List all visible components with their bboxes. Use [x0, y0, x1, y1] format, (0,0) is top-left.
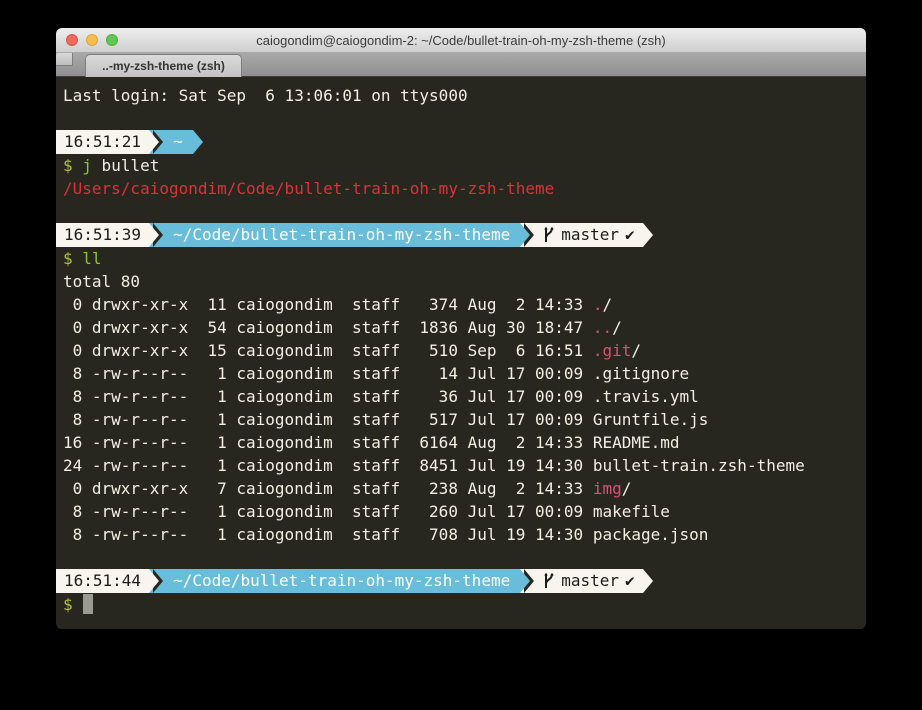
- ls-row: 0 drwxr-xr-x 7 caiogondim staff 238 Aug …: [56, 477, 866, 500]
- command-name: ll: [82, 249, 101, 268]
- ls-row: 0 drwxr-xr-x 11 caiogondim staff 374 Aug…: [56, 293, 866, 316]
- ls-total-line: total 80: [56, 270, 866, 293]
- git-clean-check-icon: ✔: [625, 223, 635, 247]
- ls-row: 8 -rw-r--r-- 1 caiogondim staff 260 Jul …: [56, 500, 866, 523]
- powerline-arrow-icon: [149, 569, 163, 593]
- tab-bar: ..-my-zsh-theme (zsh): [56, 53, 866, 77]
- ls-row: 0 drwxr-xr-x 54 caiogondim staff 1836 Au…: [56, 316, 866, 339]
- prompt-dir-segment: ~/Code/bullet-train-oh-my-zsh-theme: [163, 223, 520, 247]
- ls-row: 0 drwxr-xr-x 15 caiogondim staff 510 Sep…: [56, 339, 866, 362]
- prompt-dir-segment: ~: [163, 130, 193, 154]
- powerline-arrow-icon: [193, 130, 207, 154]
- git-branch-name: master: [561, 569, 619, 593]
- powerline-arrow-icon: [149, 223, 163, 247]
- ls-row-name: bullet-train.zsh-theme: [593, 456, 805, 475]
- ls-row-meta: 8 -rw-r--r-- 1 caiogondim staff 36 Jul 1…: [63, 387, 593, 406]
- command-line: $ j bullet: [56, 154, 866, 177]
- ls-row-name: /: [602, 295, 612, 314]
- ls-row: 16 -rw-r--r-- 1 caiogondim staff 6164 Au…: [56, 431, 866, 454]
- git-branch-icon: [542, 226, 555, 244]
- blank-line: [56, 200, 866, 223]
- ls-row-meta: 8 -rw-r--r-- 1 caiogondim staff 260 Jul …: [63, 502, 593, 521]
- ls-row-meta: 8 -rw-r--r-- 1 caiogondim staff 517 Jul …: [63, 410, 593, 429]
- powerline-arrow-icon: [149, 130, 163, 154]
- tab-bar-left-stub: [56, 53, 73, 66]
- prompt-dollar: $: [63, 595, 73, 614]
- tab-active[interactable]: ..-my-zsh-theme (zsh): [85, 54, 242, 77]
- blank-line: [56, 546, 866, 569]
- ls-row-dirname: ..: [593, 318, 612, 337]
- prompt-time-segment: 16:51:21: [56, 130, 149, 154]
- ls-row-meta: 0 drwxr-xr-x 11 caiogondim staff 374 Aug…: [63, 295, 593, 314]
- ls-row-dirname: .git: [593, 341, 632, 360]
- ls-row-meta: 0 drwxr-xr-x 15 caiogondim staff 510 Sep…: [63, 341, 593, 360]
- ls-row-meta: 24 -rw-r--r-- 1 caiogondim staff 8451 Ju…: [63, 456, 593, 475]
- ls-row-name: .gitignore: [593, 364, 689, 383]
- command-name: j: [82, 156, 92, 175]
- title-bar[interactable]: caiogondim@caiogondim-2: ~/Code/bullet-t…: [56, 28, 866, 53]
- last-login-line: Last login: Sat Sep 6 13:06:01 on ttys00…: [56, 84, 866, 107]
- ls-row-meta: 8 -rw-r--r-- 1 caiogondim staff 14 Jul 1…: [63, 364, 593, 383]
- ls-row: 8 -rw-r--r-- 1 caiogondim staff 517 Jul …: [56, 408, 866, 431]
- ls-row: 24 -rw-r--r-- 1 caiogondim staff 8451 Ju…: [56, 454, 866, 477]
- powerline-arrow-icon: [520, 223, 534, 247]
- prompt-time-segment: 16:51:39: [56, 223, 149, 247]
- ls-row: 8 -rw-r--r-- 1 caiogondim staff 36 Jul 1…: [56, 385, 866, 408]
- prompt-git-segment: master ✔: [534, 223, 642, 247]
- command-args: bullet: [92, 156, 159, 175]
- terminal-window: caiogondim@caiogondim-2: ~/Code/bullet-t…: [56, 28, 866, 629]
- prompt-dir-segment: ~/Code/bullet-train-oh-my-zsh-theme: [163, 569, 520, 593]
- prompt-time-segment: 16:51:44: [56, 569, 149, 593]
- ls-row-dirname: .: [593, 295, 603, 314]
- powerline-arrow-icon: [520, 569, 534, 593]
- window-title: caiogondim@caiogondim-2: ~/Code/bullet-t…: [56, 33, 866, 48]
- git-branch-icon: [542, 572, 555, 590]
- ls-row-name: package.json: [593, 525, 709, 544]
- git-clean-check-icon: ✔: [625, 569, 635, 593]
- prompt-bar: 16:51:21 ~: [56, 130, 866, 154]
- ls-row-meta: 16 -rw-r--r-- 1 caiogondim staff 6164 Au…: [63, 433, 593, 452]
- blank-line: [56, 107, 866, 130]
- ls-row-name: .travis.yml: [593, 387, 699, 406]
- prompt-dollar: $: [63, 249, 73, 268]
- git-branch-name: master: [561, 223, 619, 247]
- ls-row-name: /: [612, 318, 622, 337]
- jump-output-line: /Users/caiogondim/Code/bullet-train-oh-m…: [56, 177, 866, 200]
- ls-row: 8 -rw-r--r-- 1 caiogondim staff 708 Jul …: [56, 523, 866, 546]
- ls-row-meta: 0 drwxr-xr-x 54 caiogondim staff 1836 Au…: [63, 318, 593, 337]
- ls-row: 8 -rw-r--r-- 1 caiogondim staff 14 Jul 1…: [56, 362, 866, 385]
- ls-row-name: /: [631, 341, 641, 360]
- prompt-dollar: $: [63, 156, 73, 175]
- powerline-arrow-icon: [643, 569, 657, 593]
- ls-row-dirname: img: [593, 479, 622, 498]
- ls-row-meta: 0 drwxr-xr-x 7 caiogondim staff 238 Aug …: [63, 479, 593, 498]
- powerline-arrow-icon: [643, 223, 657, 247]
- ls-row-meta: 8 -rw-r--r-- 1 caiogondim staff 708 Jul …: [63, 525, 593, 544]
- input-line[interactable]: $: [56, 593, 866, 616]
- prompt-bar: 16:51:39 ~/Code/bullet-train-oh-my-zsh-t…: [56, 223, 866, 247]
- text-cursor[interactable]: [83, 594, 93, 614]
- ls-row-name: README.md: [593, 433, 680, 452]
- terminal-content[interactable]: Last login: Sat Sep 6 13:06:01 on ttys00…: [56, 77, 866, 629]
- ls-row-name: /: [622, 479, 632, 498]
- command-line: $ ll: [56, 247, 866, 270]
- ls-row-name: makefile: [593, 502, 670, 521]
- prompt-bar: 16:51:44 ~/Code/bullet-train-oh-my-zsh-t…: [56, 569, 866, 593]
- ls-row-name: Gruntfile.js: [593, 410, 709, 429]
- prompt-git-segment: master ✔: [534, 569, 642, 593]
